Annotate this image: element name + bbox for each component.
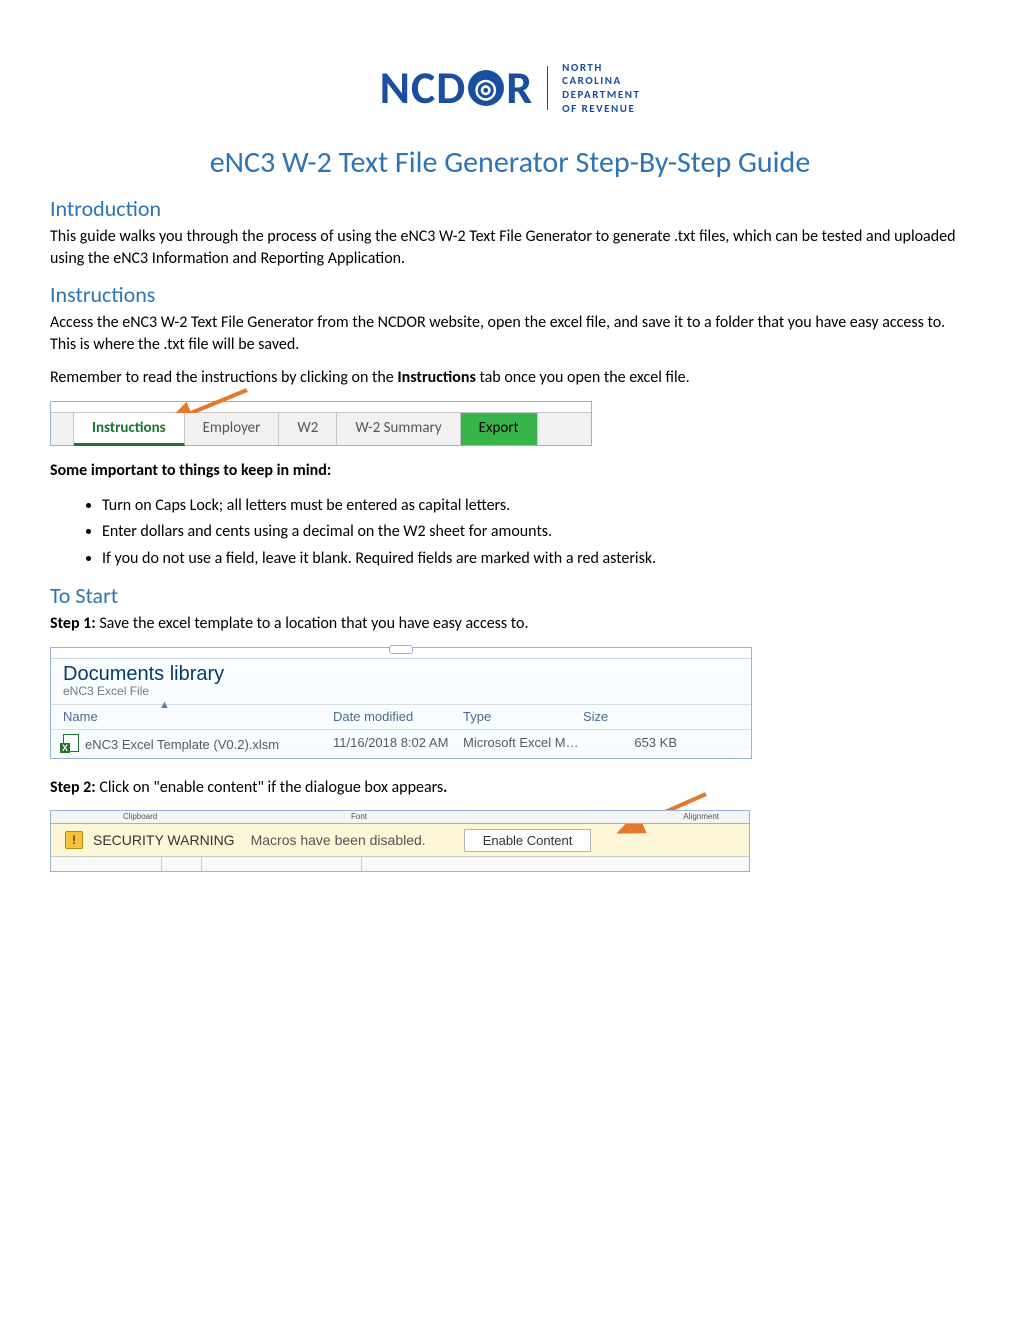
tab-export[interactable]: Export bbox=[461, 413, 538, 445]
col-size[interactable]: Size bbox=[583, 709, 703, 724]
table-row[interactable]: eNC3 Excel Template (V0.2).xlsm 11/16/20… bbox=[51, 730, 751, 758]
logo: NCD◎R NORTH CAROLINA DEPARTMENT OF REVEN… bbox=[50, 60, 970, 116]
tab-w2-summary[interactable]: W-2 Summary bbox=[337, 413, 460, 445]
enable-content-button[interactable]: Enable Content bbox=[464, 829, 592, 852]
security-warning-figure: Clipboard Font Alignment ! SECURITY WARN… bbox=[50, 810, 750, 872]
security-warning-message: Macros have been disabled. bbox=[251, 832, 426, 848]
logo-brand: NCD◎R bbox=[380, 60, 534, 116]
library-columns: ▲ Name Date modified Type Size bbox=[51, 704, 751, 730]
step2: Step 2: Click on "enable content" if the… bbox=[50, 777, 970, 799]
security-warning-label: SECURITY WARNING bbox=[93, 832, 235, 848]
section-introduction: Introduction bbox=[50, 195, 970, 222]
col-name[interactable]: Name bbox=[63, 709, 98, 724]
file-size: 653 KB bbox=[583, 735, 703, 750]
tab-w2[interactable]: W2 bbox=[279, 413, 337, 445]
security-warning-bar: ! SECURITY WARNING Macros have been disa… bbox=[50, 824, 750, 856]
file-name: eNC3 Excel Template (V0.2).xlsm bbox=[85, 737, 279, 752]
file-date: 11/16/2018 8:02 AM bbox=[333, 735, 463, 750]
library-subtitle: eNC3 Excel File bbox=[63, 684, 739, 698]
excel-file-icon bbox=[63, 734, 79, 752]
list-item: Enter dollars and cents using a decimal … bbox=[102, 520, 970, 545]
tab-employer[interactable]: Employer bbox=[185, 413, 280, 445]
col-date[interactable]: Date modified bbox=[333, 709, 463, 724]
step1: Step 1: Save the excel template to a loc… bbox=[50, 613, 970, 635]
col-type[interactable]: Type bbox=[463, 709, 583, 724]
instructions-p1: Access the eNC3 W-2 Text File Generator … bbox=[50, 312, 970, 355]
file-type: Microsoft Excel M… bbox=[463, 735, 583, 750]
logo-tagline: NORTH CAROLINA DEPARTMENT OF REVENUE bbox=[562, 61, 640, 116]
ribbon-alignment: Alignment bbox=[683, 812, 719, 821]
instructions-p2: Remember to read the instructions by cli… bbox=[50, 367, 970, 389]
target-icon: ◎ bbox=[468, 70, 504, 106]
list-item: If you do not use a field, leave it blan… bbox=[102, 547, 970, 572]
keep-in-mind-list: Turn on Caps Lock; all letters must be e… bbox=[102, 494, 970, 572]
tab-instructions[interactable]: Instructions bbox=[74, 413, 185, 446]
intro-body: This guide walks you through the process… bbox=[50, 226, 970, 269]
keep-in-mind-heading: Some important to things to keep in mind… bbox=[50, 460, 970, 482]
documents-library-figure: Documents library eNC3 Excel File ▲ Name… bbox=[50, 647, 752, 759]
list-item: Turn on Caps Lock; all letters must be e… bbox=[102, 494, 970, 519]
section-to-start: To Start bbox=[50, 582, 970, 609]
warning-icon: ! bbox=[65, 831, 83, 849]
ribbon-font: Font bbox=[351, 812, 367, 821]
ribbon-clipboard: Clipboard bbox=[123, 812, 157, 821]
page-title: eNC3 W-2 Text File Generator Step-By-Ste… bbox=[50, 144, 970, 181]
excel-tabs-figure: Instructions Employer W2 W-2 Summary Exp… bbox=[50, 401, 592, 446]
library-title: Documents library bbox=[63, 663, 739, 686]
section-instructions: Instructions bbox=[50, 281, 970, 308]
sort-asc-icon: ▲ bbox=[159, 699, 170, 711]
